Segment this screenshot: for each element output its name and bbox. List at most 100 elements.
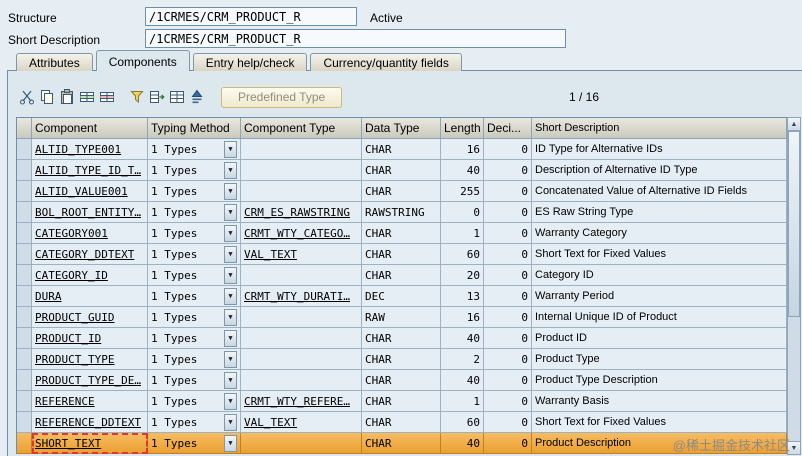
tab-attributes[interactable]: Attributes: [16, 53, 93, 71]
component-name[interactable]: CATEGORY_ID: [35, 269, 108, 282]
column-header[interactable]: Deci...: [484, 118, 532, 139]
table-row[interactable]: BOL_ROOT_ENTITY… 1 Types ▼ CRM_ES_RAWSTRING…: [17, 202, 787, 223]
dropdown-icon[interactable]: ▼: [224, 413, 237, 431]
component-type-link[interactable]: CRMT_WTY_DURATI…: [244, 290, 350, 303]
component-cell[interactable]: PRODUCT_TYPE: [32, 349, 148, 370]
dropdown-icon[interactable]: ▼: [224, 182, 237, 200]
component-cell[interactable]: SHORT_TEXT: [32, 433, 148, 454]
typing-method-cell[interactable]: 1 Types ▼: [148, 391, 241, 412]
table-expand-icon[interactable]: [147, 88, 166, 107]
component-name[interactable]: SHORT_TEXT: [35, 437, 101, 450]
row-selector[interactable]: [17, 139, 32, 160]
copy-icon[interactable]: [37, 88, 56, 107]
table-row[interactable]: PRODUCT_ID 1 Types ▼ CHAR 40 0 Product ID: [17, 328, 787, 349]
typing-method-cell[interactable]: 1 Types ▼: [148, 349, 241, 370]
typing-method-cell[interactable]: 1 Types ▼: [148, 244, 241, 265]
dropdown-icon[interactable]: ▼: [224, 371, 237, 389]
row-selector[interactable]: [17, 391, 32, 412]
component-type-cell[interactable]: VAL_TEXT: [241, 244, 362, 265]
table-row[interactable]: REFERENCE_DDTEXT 1 Types ▼ VAL_TEXT CHAR 60 0 S…: [17, 412, 787, 433]
component-type-cell[interactable]: [241, 181, 362, 202]
component-type-cell[interactable]: CRM_ES_RAWSTRING: [241, 202, 362, 223]
tab-entry-help-check[interactable]: Entry help/check: [192, 53, 308, 71]
table-row[interactable]: PRODUCT_TYPE_DE… 1 Types ▼ CHAR 40 0 Product T…: [17, 370, 787, 391]
typing-method-cell[interactable]: 1 Types ▼: [148, 202, 241, 223]
component-name[interactable]: PRODUCT_GUID: [35, 311, 114, 324]
column-header[interactable]: Component: [32, 118, 148, 139]
component-name[interactable]: REFERENCE: [35, 395, 95, 408]
row-selector[interactable]: [17, 412, 32, 433]
typing-method-cell[interactable]: 1 Types ▼: [148, 286, 241, 307]
table-row[interactable]: ALTID_TYPE001 1 Types ▼ CHAR 16 0 ID Type for …: [17, 139, 787, 160]
insert-row-icon[interactable]: [77, 88, 96, 107]
component-cell[interactable]: REFERENCE_DDTEXT: [32, 412, 148, 433]
row-selector[interactable]: [17, 328, 32, 349]
typing-method-cell[interactable]: 1 Types ▼: [148, 160, 241, 181]
scrollbar-track[interactable]: [788, 131, 800, 441]
component-name[interactable]: CATEGORY001: [35, 227, 108, 240]
table-row[interactable]: CATEGORY_ID 1 Types ▼ CHAR 20 0 Category ID: [17, 265, 787, 286]
component-cell[interactable]: CATEGORY001: [32, 223, 148, 244]
typing-method-cell[interactable]: 1 Types ▼: [148, 328, 241, 349]
dropdown-icon[interactable]: ▼: [224, 266, 237, 284]
component-type-cell[interactable]: [241, 349, 362, 370]
column-header[interactable]: Length: [441, 118, 484, 139]
dropdown-icon[interactable]: ▼: [224, 203, 237, 221]
column-header[interactable]: Short Description: [532, 118, 787, 139]
component-type-link[interactable]: CRM_ES_RAWSTRING: [244, 206, 350, 219]
table-row[interactable]: CATEGORY_DDTEXT 1 Types ▼ VAL_TEXT CHAR 60 0 Sh…: [17, 244, 787, 265]
row-selector[interactable]: [17, 223, 32, 244]
filter-icon[interactable]: [127, 88, 146, 107]
typing-method-cell[interactable]: 1 Types ▼: [148, 265, 241, 286]
dropdown-icon[interactable]: ▼: [224, 245, 237, 263]
component-type-cell[interactable]: [241, 328, 362, 349]
row-selector[interactable]: [17, 160, 32, 181]
scrollbar-thumb[interactable]: [788, 131, 800, 317]
component-type-link[interactable]: VAL_TEXT: [244, 416, 297, 429]
table-row[interactable]: PRODUCT_GUID 1 Types ▼ RAW 16 0 Internal Uniqu…: [17, 307, 787, 328]
component-cell[interactable]: PRODUCT_GUID: [32, 307, 148, 328]
component-cell[interactable]: ALTID_VALUE001: [32, 181, 148, 202]
row-selector[interactable]: [17, 370, 32, 391]
vertical-scrollbar[interactable]: ▲ ▼: [787, 117, 801, 455]
component-name[interactable]: ALTID_TYPE_ID_T…: [35, 164, 141, 177]
component-type-cell[interactable]: [241, 433, 362, 454]
sort-ascending-icon[interactable]: [187, 88, 206, 107]
column-header[interactable]: Typing Method: [148, 118, 241, 139]
component-type-cell[interactable]: VAL_TEXT: [241, 412, 362, 433]
component-name[interactable]: ALTID_TYPE001: [35, 143, 121, 156]
component-type-cell[interactable]: [241, 265, 362, 286]
component-type-cell[interactable]: [241, 160, 362, 181]
row-selector[interactable]: [17, 181, 32, 202]
dropdown-icon[interactable]: ▼: [224, 350, 237, 368]
delete-row-icon[interactable]: [97, 88, 116, 107]
component-cell[interactable]: ALTID_TYPE001: [32, 139, 148, 160]
typing-method-cell[interactable]: 1 Types ▼: [148, 433, 241, 454]
dropdown-icon[interactable]: ▼: [224, 392, 237, 410]
component-type-cell[interactable]: CRMT_WTY_CATEGO…: [241, 223, 362, 244]
component-cell[interactable]: REFERENCE: [32, 391, 148, 412]
row-selector[interactable]: [17, 286, 32, 307]
component-cell[interactable]: BOL_ROOT_ENTITY…: [32, 202, 148, 223]
structure-input[interactable]: [145, 7, 357, 26]
component-cell[interactable]: DURA: [32, 286, 148, 307]
component-type-cell[interactable]: CRMT_WTY_REFERE…: [241, 391, 362, 412]
component-cell[interactable]: CATEGORY_DDTEXT: [32, 244, 148, 265]
typing-method-cell[interactable]: 1 Types ▼: [148, 307, 241, 328]
component-name[interactable]: PRODUCT_TYPE_DE…: [35, 374, 141, 387]
row-selector[interactable]: [17, 307, 32, 328]
paste-icon[interactable]: [57, 88, 76, 107]
component-type-cell[interactable]: [241, 139, 362, 160]
component-cell[interactable]: CATEGORY_ID: [32, 265, 148, 286]
component-name[interactable]: BOL_ROOT_ENTITY…: [35, 206, 141, 219]
component-type-cell[interactable]: CRMT_WTY_DURATI…: [241, 286, 362, 307]
dropdown-icon[interactable]: ▼: [224, 308, 237, 326]
predefined-type-button[interactable]: Predefined Type: [221, 86, 343, 108]
typing-method-cell[interactable]: 1 Types ▼: [148, 223, 241, 244]
typing-method-cell[interactable]: 1 Types ▼: [148, 181, 241, 202]
row-selector[interactable]: [17, 349, 32, 370]
component-name[interactable]: REFERENCE_DDTEXT: [35, 416, 141, 429]
tab-components[interactable]: Components: [95, 50, 190, 71]
component-type-cell[interactable]: [241, 307, 362, 328]
short-description-input[interactable]: [145, 29, 566, 48]
